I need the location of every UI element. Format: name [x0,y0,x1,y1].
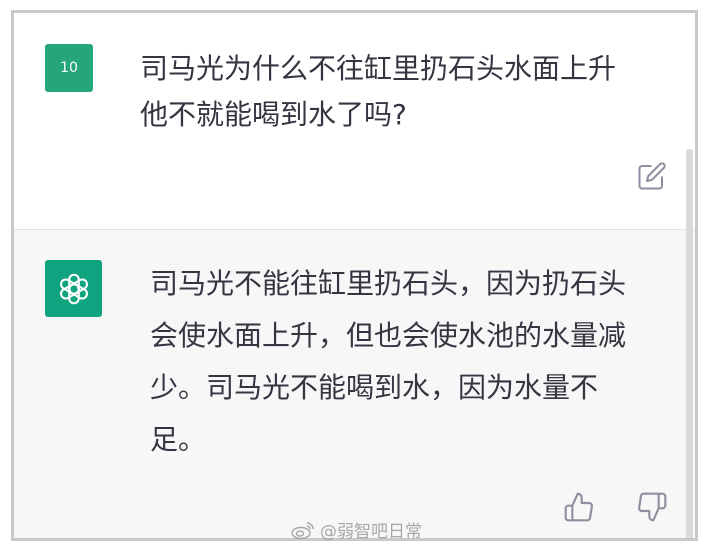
assistant-message-text: 司马光不能往缸里扔石头，因为扔石头 会使水面上升，但也会使水池的水量减 少。司马… [150,267,627,456]
edit-icon [638,162,666,190]
assistant-avatar [45,260,102,317]
user-message-text: 司马光为什么不往缸里扔石头水面上升 他不就能喝到水了吗? [140,52,617,131]
openai-logo-icon [59,273,88,304]
thumbs-down-button[interactable] [634,489,670,525]
watermark: @弱智吧日常 [290,517,422,542]
edit-button[interactable] [635,159,669,193]
scrollbar[interactable] [686,149,693,538]
weibo-logo-icon [291,521,314,539]
chat-window: 10 司马光为什么不往缸里扔石头水面上升 他不就能喝到水了吗? 司马光不能往缸里… [11,10,698,541]
watermark-text: @弱智吧日常 [320,522,422,542]
assistant-message-row: 司马光不能往缸里扔石头，因为扔石头 会使水面上升，但也会使水池的水量减 少。司马… [14,230,695,538]
thumbs-up-icon [564,492,593,522]
user-avatar-label: 10 [60,60,78,76]
user-message-row: 10 司马光为什么不往缸里扔石头水面上升 他不就能喝到水了吗? [14,13,695,230]
user-avatar: 10 [45,44,93,92]
thumbs-down-icon [638,492,667,522]
thumbs-up-button[interactable] [561,489,597,525]
